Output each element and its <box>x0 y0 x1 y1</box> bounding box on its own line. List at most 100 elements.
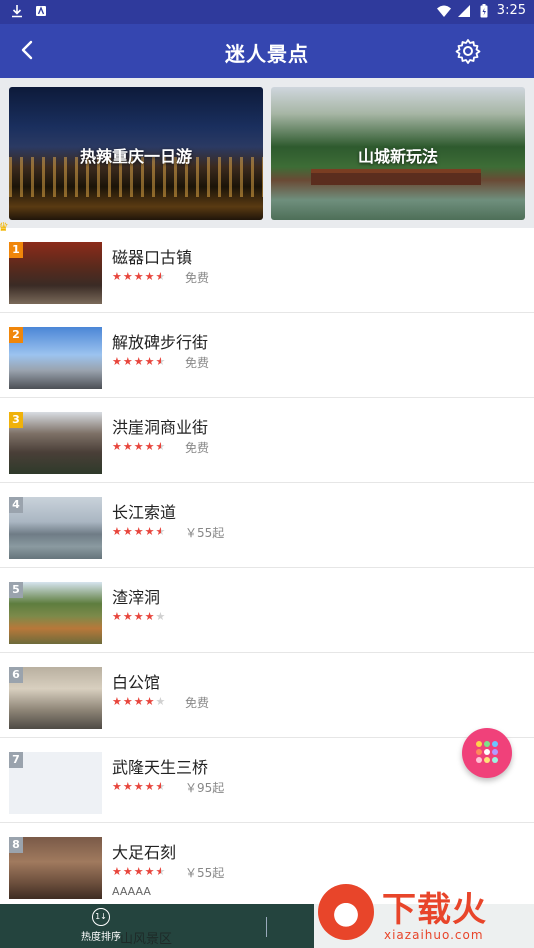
watermark: 下载火 xiazaihuo.com <box>314 878 534 948</box>
star-icon: ★ <box>122 610 134 623</box>
star-icon: ★ <box>155 270 167 283</box>
attraction-price: 免费 <box>185 356 210 370</box>
star-icon: ★ <box>133 610 145 623</box>
attraction-name: 磁器口古镇 <box>112 248 193 267</box>
star-icon: ★ <box>112 695 123 708</box>
star-rating: ★★★★★ <box>112 695 166 708</box>
star-icon: ★ <box>144 440 156 453</box>
attraction-price: 免费 <box>185 441 210 455</box>
star-icon: ★ <box>112 865 123 878</box>
star-icon: ★ <box>112 525 123 538</box>
banner-new-play[interactable]: 山城新玩法 <box>271 87 525 220</box>
star-icon: ★ <box>144 695 156 708</box>
attraction-thumbnail: 6 <box>9 667 102 729</box>
star-icon: ★ <box>144 270 156 283</box>
attraction-name: 洪崖洞商业街 <box>112 418 209 437</box>
star-icon: ★ <box>155 865 167 878</box>
attraction-name: 武隆天生三桥 <box>112 758 209 777</box>
banner-chongqing-day-tour[interactable]: 热辣重庆一日游 <box>9 87 263 220</box>
rank-badge: 7 <box>9 752 23 768</box>
attraction-price: ￥95起 <box>185 781 225 795</box>
notification-icon <box>36 6 46 16</box>
rank-badge: 1 <box>9 242 23 258</box>
pavilion-shape <box>311 169 481 185</box>
star-icon: ★ <box>155 440 167 453</box>
grid-dots-icon <box>476 741 498 763</box>
attraction-price: ￥55起 <box>185 526 225 540</box>
list-item[interactable]: 2 解放碑步行街 ★★★★★ 免费 <box>0 313 534 398</box>
star-icon: ★ <box>122 270 134 283</box>
star-icon: ★ <box>155 610 167 623</box>
banner-label: 热辣重庆一日游 <box>79 147 192 166</box>
list-item[interactable]: 3 洪崖洞商业街 ★★★★★ 免费 <box>0 398 534 483</box>
battery-icon <box>480 3 488 17</box>
star-icon: ★ <box>133 525 145 538</box>
divider <box>266 917 267 937</box>
attraction-price: 免费 <box>185 271 210 285</box>
star-icon: ★ <box>155 355 167 368</box>
star-icon: ★ <box>144 780 156 793</box>
star-icon: ★ <box>144 525 156 538</box>
star-icon: ★ <box>155 780 167 793</box>
attraction-price: ￥55起 <box>185 866 225 880</box>
list-item[interactable]: 6 白公馆 ★★★★★ 免费 <box>0 653 534 738</box>
star-icon: ★ <box>144 865 156 878</box>
attraction-list: 1 ♛ 磁器口古镇 ★★★★★ 免费 2 解放碑步行街 ★★★★★ 免费 3 洪… <box>0 220 534 908</box>
star-icon: ★ <box>133 865 145 878</box>
star-icon: ★ <box>144 355 156 368</box>
star-rating: ★★★★★ <box>112 610 166 623</box>
attraction-thumbnail: 7 <box>9 752 102 814</box>
rank-badge: 2 <box>9 327 23 343</box>
scenic-area-label: 山风景区 <box>120 932 173 947</box>
list-item[interactable]: 4 长江索道 ★★★★★ ￥55起 <box>0 483 534 568</box>
attraction-price: 免费 <box>185 696 210 710</box>
star-icon: ★ <box>112 610 123 623</box>
attraction-thumbnail: 4 <box>9 497 102 559</box>
banner-label: 山城新玩法 <box>357 147 438 166</box>
star-icon: ★ <box>112 270 123 283</box>
star-icon: ★ <box>122 355 134 368</box>
attraction-name: 渣滓洞 <box>112 588 161 607</box>
star-icon: ★ <box>133 695 145 708</box>
star-icon: ★ <box>155 695 167 708</box>
attraction-grade: AAAAA <box>112 885 151 898</box>
crown-icon: ♛ <box>0 220 9 234</box>
attraction-name: 长江索道 <box>112 503 177 522</box>
sort-label: 热度排序 <box>81 932 121 943</box>
star-icon: ★ <box>112 355 123 368</box>
star-icon: ★ <box>122 780 134 793</box>
star-icon: ★ <box>112 440 123 453</box>
star-icon: ★ <box>133 355 145 368</box>
attraction-thumbnail: 8 <box>9 837 102 899</box>
rank-badge: 5 <box>9 582 23 598</box>
download-icon <box>12 5 22 18</box>
app-bar: 迷人景点 <box>0 24 534 78</box>
attraction-name: 大足石刻 <box>112 843 177 862</box>
star-rating: ★★★★★ <box>112 865 166 878</box>
wifi-icon <box>436 5 451 17</box>
watermark-url: xiazaihuo.com <box>384 928 484 942</box>
list-item[interactable]: 1 ♛ 磁器口古镇 ★★★★★ 免费 <box>0 220 534 313</box>
menu-fab-button[interactable] <box>462 728 512 778</box>
rank-badge: 3 <box>9 412 23 428</box>
banner-row: 热辣重庆一日游 山城新玩法 <box>0 78 534 228</box>
signal-icon <box>457 4 470 17</box>
list-item[interactable]: 5 渣滓洞 ★★★★★ <box>0 568 534 653</box>
star-icon: ★ <box>122 440 134 453</box>
star-icon: ★ <box>133 780 145 793</box>
status-bar: 3:25 <box>0 0 534 24</box>
star-icon: ★ <box>112 780 123 793</box>
star-icon: ★ <box>133 440 145 453</box>
list-item[interactable]: 7 武隆天生三桥 ★★★★★ ￥95起 <box>0 738 534 823</box>
gear-icon[interactable] <box>454 37 482 65</box>
attraction-name: 解放碑步行街 <box>112 333 209 352</box>
attraction-thumbnail: 1 <box>9 242 102 304</box>
star-icon: ★ <box>122 695 134 708</box>
star-rating: ★★★★★ <box>112 440 166 453</box>
sort-icon: 1↓ <box>92 908 110 926</box>
xiazaihuo-logo-icon <box>318 884 374 940</box>
star-rating: ★★★★★ <box>112 270 166 283</box>
star-icon: ★ <box>122 525 134 538</box>
star-icon: ★ <box>122 865 134 878</box>
star-rating: ★★★★★ <box>112 525 166 538</box>
